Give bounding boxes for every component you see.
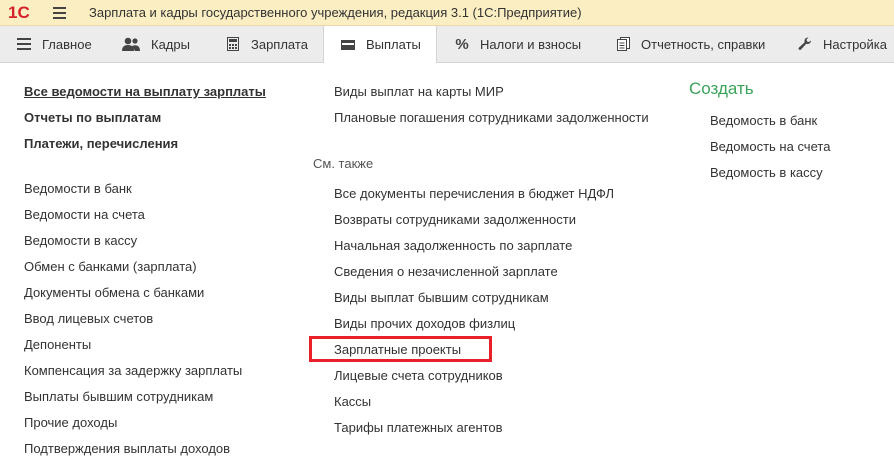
tab-main[interactable]: Главное (16, 26, 92, 62)
left-link-item[interactable]: Выплаты бывшим сотрудникам (24, 389, 213, 404)
payments-transfers-link[interactable]: Платежи, перечисления (24, 136, 178, 151)
tab-label: Настройка (823, 36, 887, 52)
reports-icon (615, 36, 631, 52)
see-also-link[interactable]: Сведения о незачисленной зарплате (334, 264, 558, 279)
wallet-icon (340, 37, 356, 53)
create-link-item[interactable]: Ведомость в кассу (710, 165, 823, 180)
left-link-item[interactable]: Ведомости в банк (24, 181, 132, 196)
title-bar: 1С Зарплата и кадры государственного учр… (0, 0, 894, 26)
tab-reports[interactable]: Отчетность, справки (615, 26, 765, 62)
tab-label: Налоги и взносы (480, 36, 582, 52)
create-link-item[interactable]: Ведомость на счета (710, 139, 830, 154)
see-also-link[interactable]: Тарифы платежных агентов (334, 420, 503, 435)
left-link-item[interactable]: Обмен с банками (зарплата) (24, 259, 197, 274)
tab-salary[interactable]: Зарплата (225, 26, 308, 62)
1c-logo-icon[interactable]: 1С (8, 3, 44, 21)
see-also-link[interactable]: Возвраты сотрудниками задолженности (334, 212, 576, 227)
tab-label: Главное (42, 36, 92, 52)
payment-reports-link[interactable]: Отчеты по выплатам (24, 110, 161, 125)
left-link-item[interactable]: Прочие доходы (24, 415, 117, 430)
create-link-item[interactable]: Ведомость в банк (710, 113, 817, 128)
calculator-icon (225, 36, 241, 52)
tab-payments[interactable]: Выплаты (323, 26, 437, 63)
tab-label: Зарплата (251, 36, 308, 52)
main-menu-icon[interactable] (53, 7, 66, 19)
see-also-link[interactable]: Виды прочих доходов физлиц (334, 316, 515, 331)
section-panel: Главное Кадры Зарплата Выплаты % Налоги … (0, 26, 894, 63)
wrench-icon (797, 36, 813, 52)
highlight-box (309, 336, 492, 362)
left-link-item[interactable]: Документы обмена с банками (24, 285, 204, 300)
percent-icon: % (455, 35, 469, 53)
left-link-item[interactable]: Ведомости в кассу (24, 233, 137, 248)
left-link-item[interactable]: Ввод лицевых счетов (24, 311, 153, 326)
left-link-item[interactable]: Подтверждения выплаты доходов (24, 441, 230, 456)
tab-taxes[interactable]: % Налоги и взносы (454, 26, 581, 62)
window-title: Зарплата и кадры государственного учрежд… (89, 5, 582, 20)
all-payroll-statements-link[interactable]: Все ведомости на выплату зарплаты (24, 84, 266, 99)
see-also-link[interactable]: Лицевые счета сотрудников (334, 368, 503, 383)
see-also-link[interactable]: Виды выплат бывшим сотрудникам (334, 290, 549, 305)
see-also-link[interactable]: Начальная задолженность по зарплате (334, 238, 572, 253)
middle-link-item[interactable]: Плановые погашения сотрудниками задолжен… (334, 110, 649, 125)
people-icon (121, 36, 141, 52)
left-link-item[interactable]: Компенсация за задержку зарплаты (24, 363, 242, 378)
tab-label: Выплаты (366, 37, 421, 52)
see-also-heading: См. также (313, 156, 374, 171)
menu-lines-icon (16, 36, 32, 52)
see-also-link[interactable]: Кассы (334, 394, 371, 409)
left-link-item[interactable]: Депоненты (24, 337, 91, 352)
tab-settings[interactable]: Настройка (797, 26, 887, 62)
create-heading: Создать (689, 79, 754, 98)
tab-personnel[interactable]: Кадры (121, 26, 190, 62)
left-link-item[interactable]: Ведомости на счета (24, 207, 145, 222)
tab-label: Отчетность, справки (641, 36, 766, 52)
svg-text:1С: 1С (8, 3, 30, 21)
tab-label: Кадры (151, 36, 190, 52)
see-also-link[interactable]: Все документы перечисления в бюджет НДФЛ (334, 186, 614, 201)
middle-link-item[interactable]: Виды выплат на карты МИР (334, 84, 504, 99)
